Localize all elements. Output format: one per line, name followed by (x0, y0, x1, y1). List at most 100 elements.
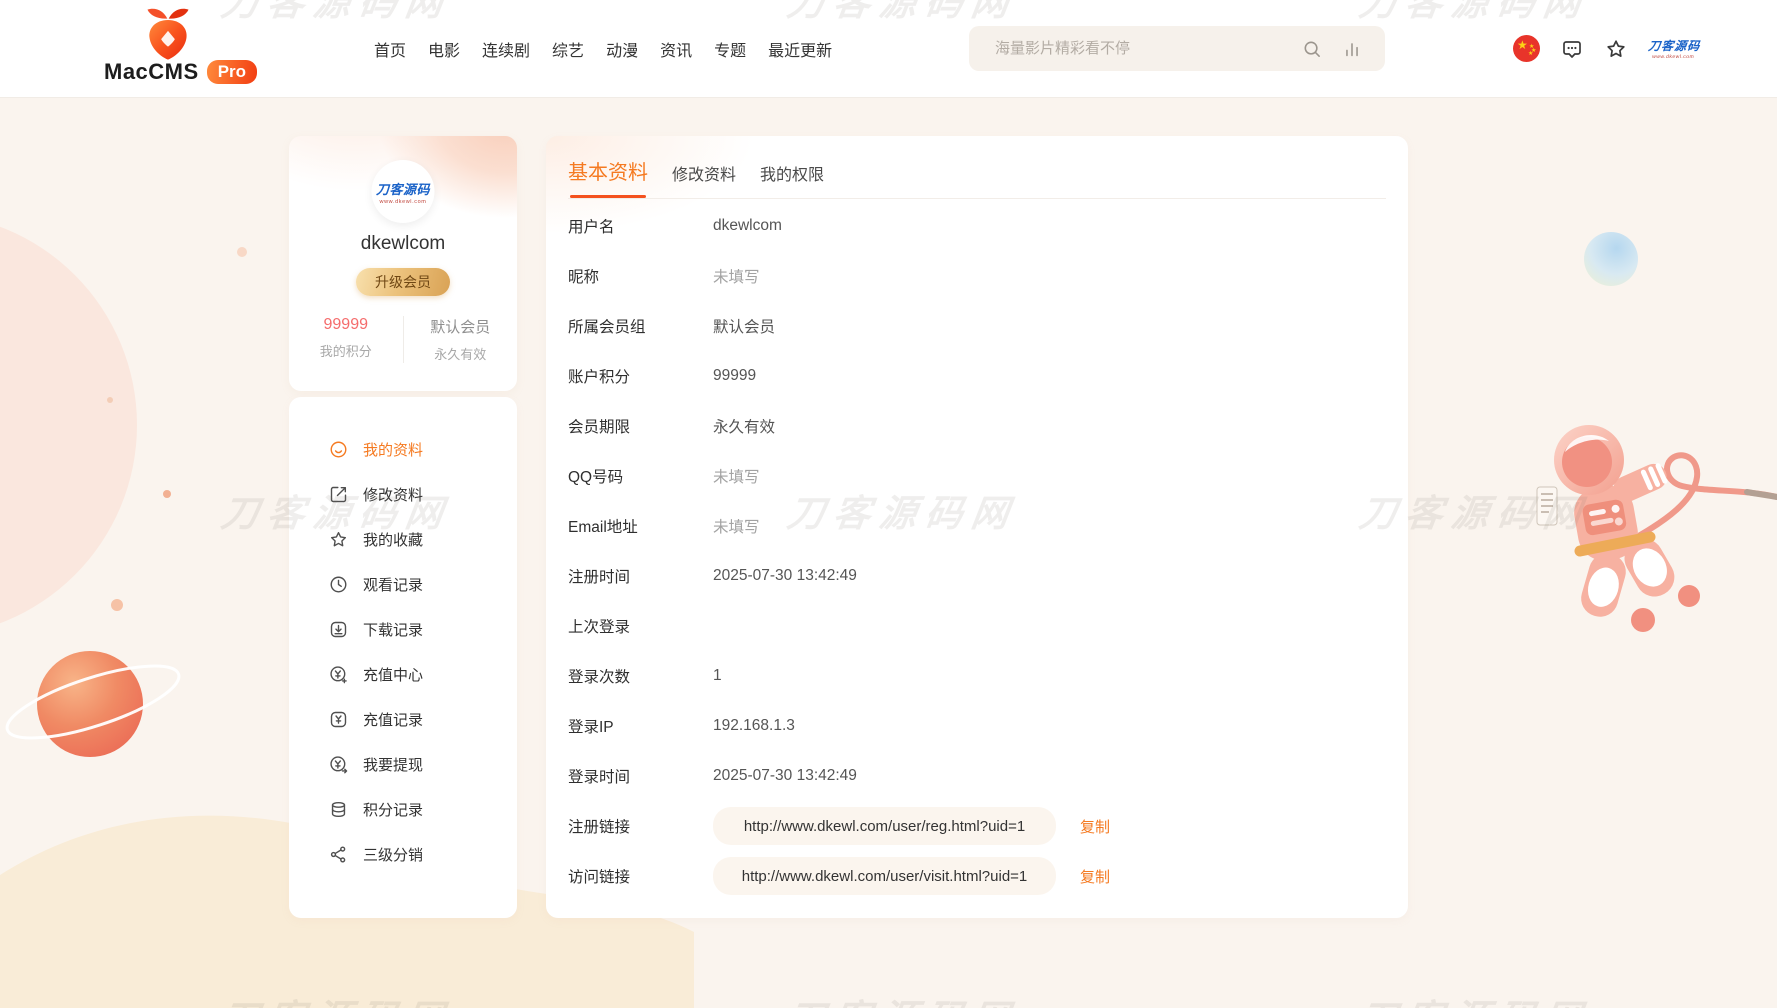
profile-tabs: 基本资料 修改资料 我的权限 (568, 136, 1386, 199)
profile-row: 访问链接 http://www.dkewl.com/user/visit.htm… (568, 851, 1386, 901)
copy-button[interactable]: 复制 (1080, 866, 1110, 887)
profile-row: 登录次数 1 (568, 651, 1386, 701)
share-icon (328, 844, 349, 865)
profile-row: 登录IP 192.168.1.3 (568, 701, 1386, 751)
nav-item[interactable]: 首页 (374, 37, 406, 61)
menu-item-label: 充值记录 (363, 709, 423, 730)
chart-icon[interactable] (1341, 38, 1363, 60)
nav-item[interactable]: 动漫 (606, 37, 638, 61)
sidebar-menu-item[interactable]: 积分记录 (289, 787, 517, 832)
row-value: 未填写 (713, 465, 760, 487)
row-value: dkewlcom (713, 217, 782, 235)
brand-name: MacCMS (104, 59, 199, 85)
row-value: 未填写 (713, 265, 760, 287)
profile-row: 登录时间 2025-07-30 13:42:49 (568, 751, 1386, 801)
row-label: 昵称 (568, 265, 713, 287)
profile-rows: 用户名 dkewlcom 昵称 未填写 所属会员组 默认会员 (568, 201, 1386, 901)
profile-main-card: 基本资料 修改资料 我的权限 用户名 dkewlcom 昵称 未填写 (546, 136, 1408, 918)
profile-row: 注册时间 2025-07-30 13:42:49 (568, 551, 1386, 601)
profile-row: 注册链接 http://www.dkewl.com/user/reg.html?… (568, 801, 1386, 851)
watermark: 刀客源码网 (1356, 988, 1594, 1008)
brand-logo[interactable]: MacCMS Pro (104, 5, 264, 85)
tab[interactable]: 我的权限 (760, 161, 824, 198)
search-bar (969, 26, 1385, 71)
avatar[interactable]: 刀客源码 www.dkewl.com (372, 160, 435, 223)
favorite-star-icon[interactable] (1604, 37, 1628, 61)
china-flag-icon[interactable] (1513, 35, 1540, 62)
site-mini-logo[interactable]: 刀客源码 www.dkewl.com (1647, 37, 1701, 60)
stat: 默认会员 永久有效 (403, 316, 518, 363)
message-icon[interactable] (1560, 37, 1584, 61)
nav-item[interactable]: 电影 (428, 37, 460, 61)
profile-stats: 99999 我的积分 默认会员 永久有效 (289, 316, 517, 363)
nav-item[interactable]: 最近更新 (768, 37, 832, 61)
row-label: 会员期限 (568, 415, 713, 437)
row-label: 用户名 (568, 215, 713, 237)
profile-row: 用户名 dkewlcom (568, 201, 1386, 251)
sidebar-menu-item[interactable]: 我要提现 (289, 742, 517, 787)
upgrade-member-button[interactable]: 升级会员 (356, 268, 450, 296)
profile-row: 会员期限 永久有效 (568, 401, 1386, 451)
brand-badge: Pro (207, 60, 257, 84)
mini-logo-subtitle: www.dkewl.com (1652, 54, 1695, 60)
menu-item-label: 观看记录 (363, 574, 423, 595)
nav-item[interactable]: 专题 (714, 37, 746, 61)
row-label: 登录IP (568, 715, 713, 737)
page: MacCMS Pro 首页 电影 连续剧 综艺 动漫 资讯 专题 最近更新 (0, 0, 1777, 1008)
smiley-icon (328, 439, 349, 460)
username: dkewlcom (289, 233, 517, 255)
row-value: 默认会员 (713, 315, 775, 337)
row-label: 注册链接 (568, 815, 713, 837)
database-icon (328, 799, 349, 820)
search-icon[interactable] (1301, 38, 1323, 60)
stat-value: 默认会员 (404, 316, 518, 337)
sidebar-menu-item[interactable]: 充值记录 (289, 697, 517, 742)
row-value: 192.168.1.3 (713, 717, 795, 735)
strawberry-logo-icon (142, 5, 194, 65)
sidebar-menu-item[interactable]: 下载记录 (289, 607, 517, 652)
menu-item-label: 三级分销 (363, 844, 423, 865)
stat-value: 99999 (289, 316, 403, 334)
menu-item-label: 我要提现 (363, 754, 423, 775)
row-label: 上次登录 (568, 615, 713, 637)
tab[interactable]: 基本资料 (568, 156, 648, 198)
tab[interactable]: 修改资料 (672, 161, 736, 198)
header-actions: 刀客源码 www.dkewl.com (1513, 0, 1700, 97)
sidebar-menu-item[interactable]: 三级分销 (289, 832, 517, 877)
row-label: 登录时间 (568, 765, 713, 787)
ringed-planet-decoration (0, 651, 186, 757)
sidebar-menu-item[interactable]: 我的资料 (289, 427, 517, 472)
row-value: 2025-07-30 13:42:49 (713, 567, 857, 585)
download-icon (328, 619, 349, 640)
mini-logo-title: 刀客源码 (1647, 37, 1701, 54)
link-input[interactable] (713, 857, 1056, 895)
nav-item[interactable]: 综艺 (552, 37, 584, 61)
row-value: 99999 (713, 367, 756, 385)
copy-button[interactable]: 复制 (1080, 816, 1110, 837)
menu-item-label: 下载记录 (363, 619, 423, 640)
avatar-logo-url: www.dkewl.com (380, 199, 427, 205)
main-nav: 首页 电影 连续剧 综艺 动漫 资讯 专题 最近更新 (374, 0, 832, 97)
sidebar-menu-item[interactable]: 修改资料 (289, 472, 517, 517)
row-value: 永久有效 (713, 415, 775, 437)
user-profile-card: 刀客源码 www.dkewl.com dkewlcom 升级会员 99999 我… (289, 136, 517, 391)
row-label: 登录次数 (568, 665, 713, 687)
profile-row: 账户积分 99999 (568, 351, 1386, 401)
nav-item[interactable]: 资讯 (660, 37, 692, 61)
header: MacCMS Pro 首页 电影 连续剧 综艺 动漫 资讯 专题 最近更新 (0, 0, 1777, 98)
row-label: Email地址 (568, 515, 713, 537)
pink-circle-decoration (0, 213, 137, 637)
yen-square-icon (328, 709, 349, 730)
menu-item-label: 充值中心 (363, 664, 423, 685)
sidebar-menu-item[interactable]: 观看记录 (289, 562, 517, 607)
profile-row: 上次登录 (568, 601, 1386, 651)
search-input[interactable] (969, 26, 1301, 71)
sidebar-menu-item[interactable]: 充值中心 (289, 652, 517, 697)
nav-item[interactable]: 连续剧 (482, 37, 530, 61)
sidebar-menu-item[interactable]: 我的收藏 (289, 517, 517, 562)
link-input[interactable] (713, 807, 1056, 845)
profile-row: Email地址 未填写 (568, 501, 1386, 551)
row-label: 账户积分 (568, 365, 713, 387)
astronaut-illustration (1537, 425, 1777, 632)
profile-row: QQ号码 未填写 (568, 451, 1386, 501)
